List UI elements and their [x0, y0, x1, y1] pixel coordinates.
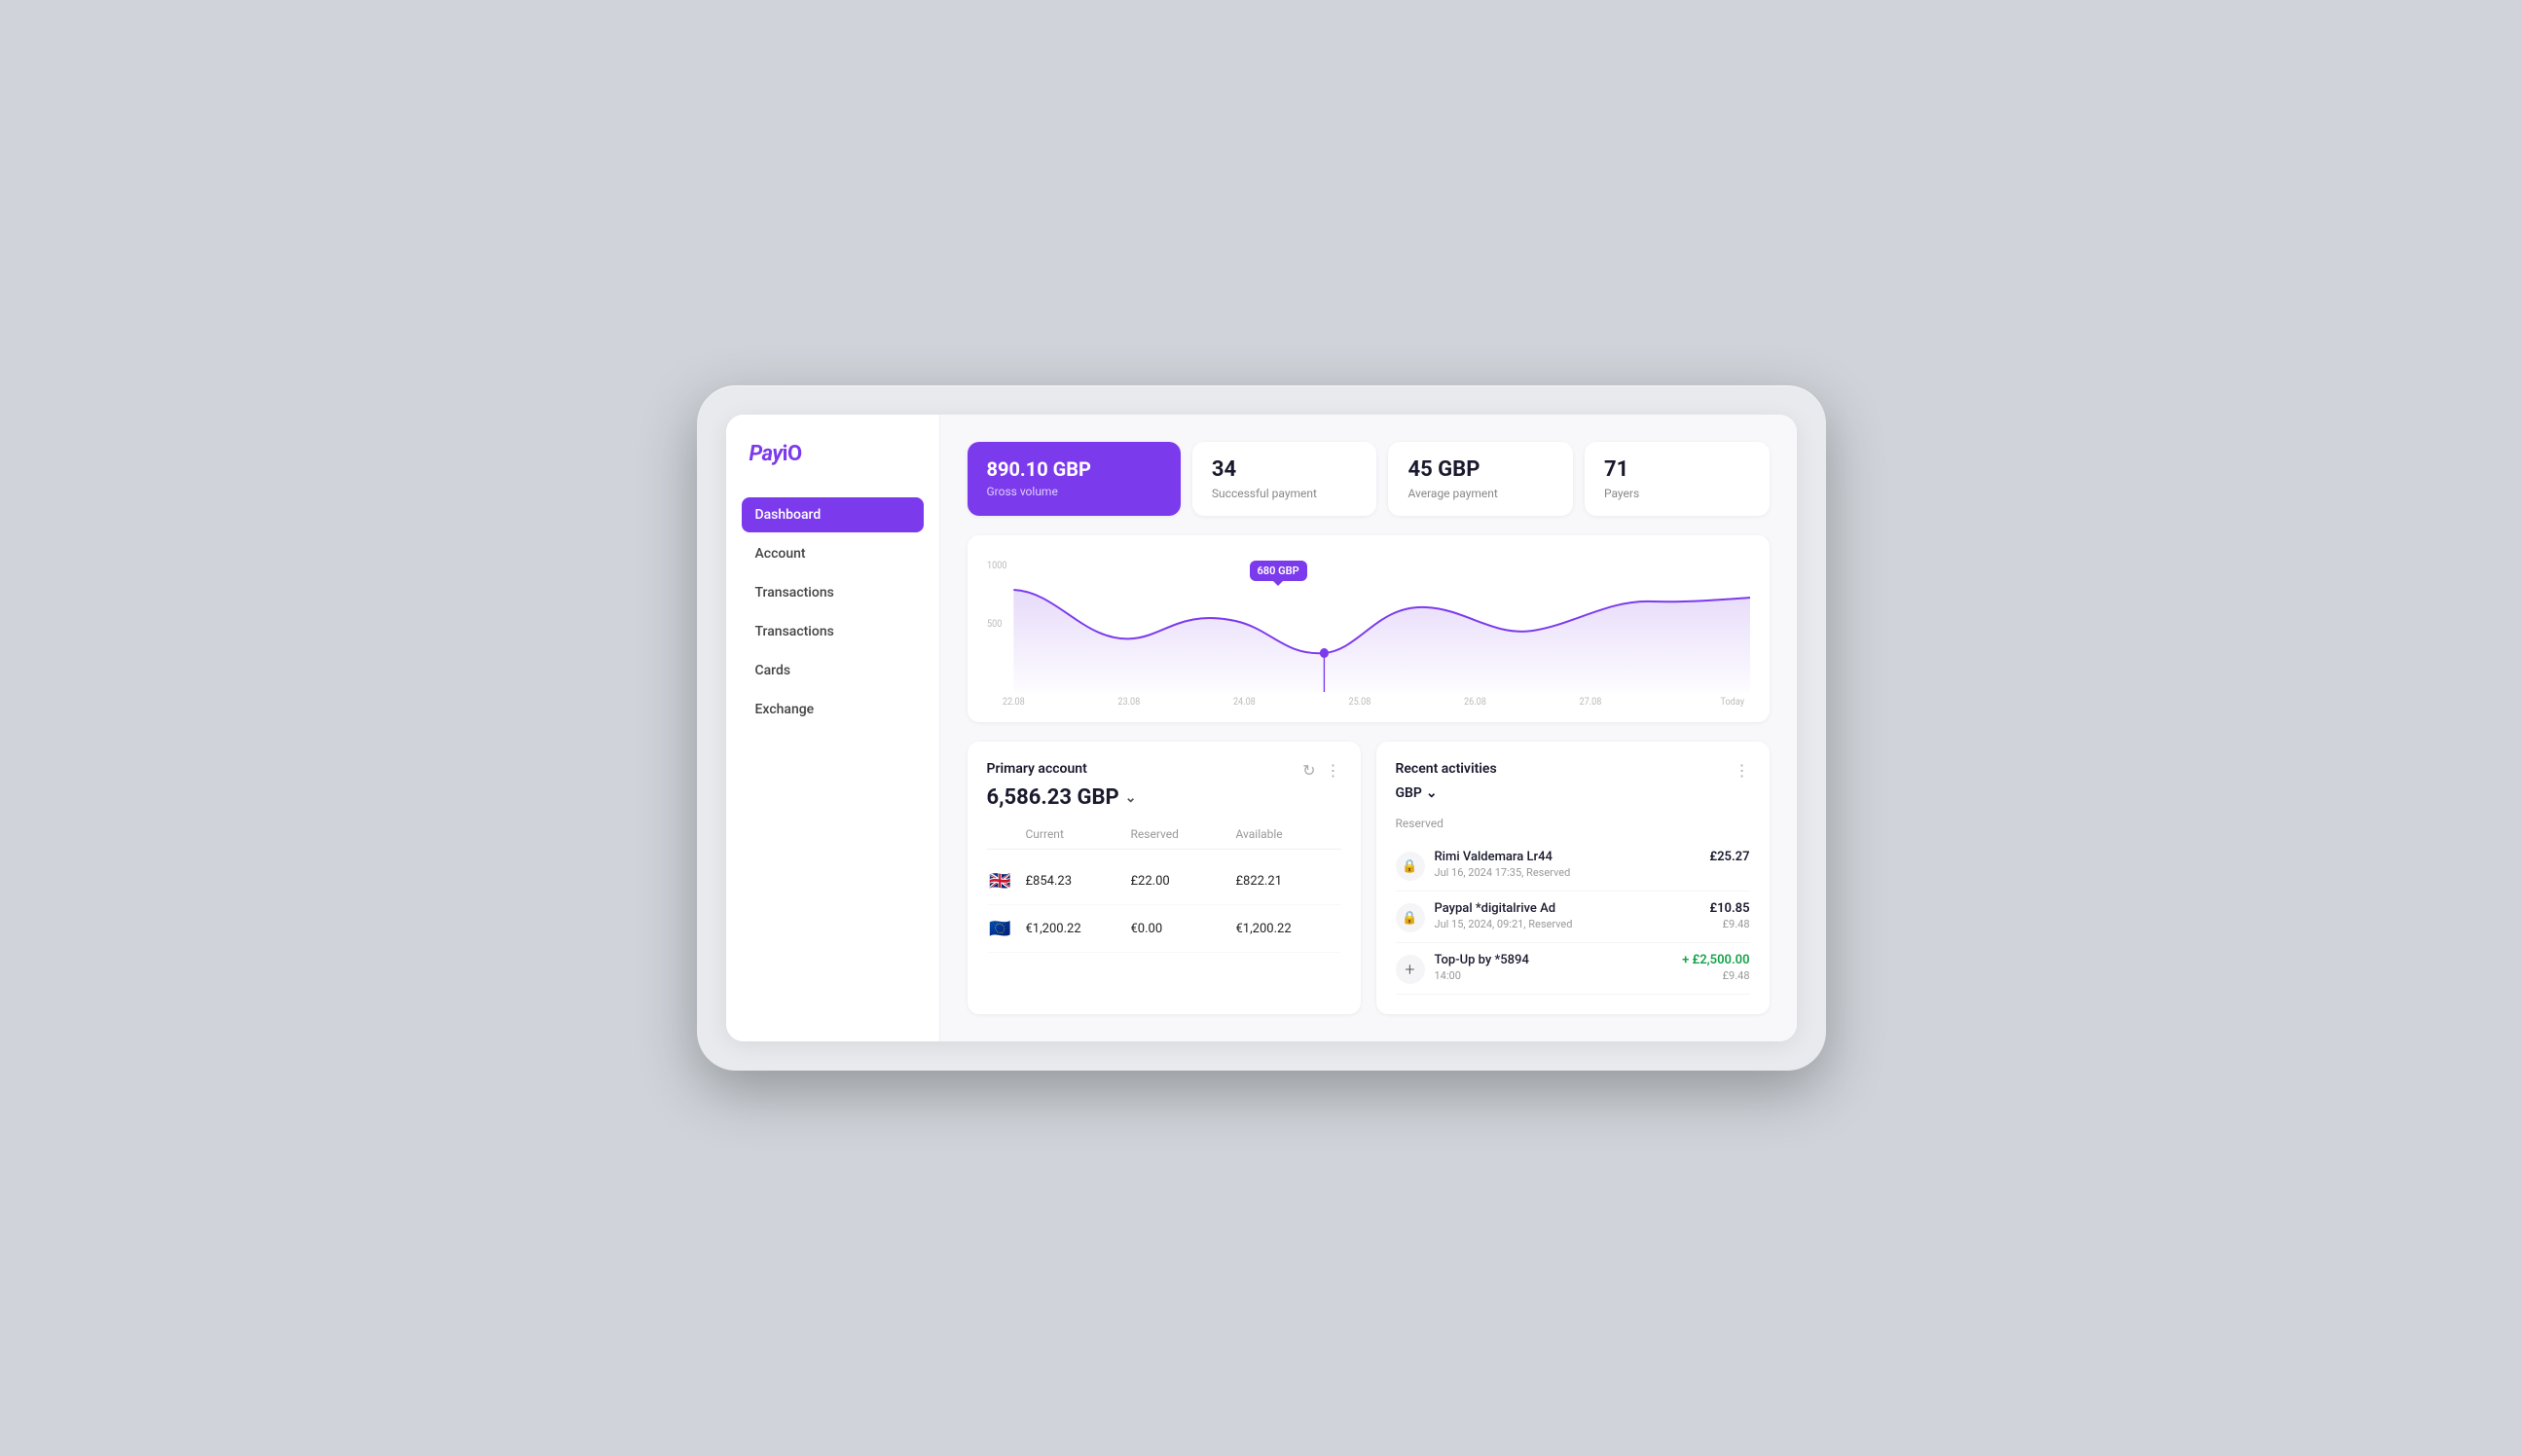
primary-account-panel: Primary account ↻ ⋮ 6,586.23 GBP ⌄ Curre… — [968, 742, 1361, 1014]
eur-current: €1,200.22 — [1026, 922, 1131, 936]
sidebar: PayiO Dashboard Account Transactions Tra… — [726, 415, 940, 1041]
stat-card-gross-volume: 890.10 GBP Gross volume — [968, 442, 1181, 516]
currency-caret: ⌄ — [1426, 785, 1438, 801]
panel-title-activities: Recent activities — [1396, 761, 1497, 777]
x-label-2708: 27.08 — [1579, 697, 1601, 707]
activity-name-0: Rimi Valdemara Lr44 — [1435, 850, 1700, 864]
activity-row-0: 🔒 Rimi Valdemara Lr44 Jul 16, 2024 17:35… — [1396, 840, 1750, 892]
more-icon-activities[interactable]: ⋮ — [1735, 761, 1750, 780]
eur-available: €1,200.22 — [1236, 922, 1341, 936]
gbp-reserved: £22.00 — [1131, 874, 1236, 889]
x-label-2208: 22.08 — [1002, 697, 1024, 707]
gross-volume-value: 890.10 GBP — [987, 457, 1161, 481]
activity-info-2: Top-Up by *5894 14:00 — [1435, 953, 1673, 982]
activity-amount-2: + £2,500.00 £9.48 — [1682, 953, 1749, 982]
activity-icon-plus-2: + — [1396, 955, 1425, 984]
chart-area: 680 GBP 1000 500 — [968, 535, 1770, 722]
refresh-icon[interactable]: ↻ — [1302, 761, 1315, 780]
recent-activities-panel: Recent activities ⋮ GBP ⌄ Reserved 🔒 Ri — [1376, 742, 1770, 1014]
sidebar-item-transactions1[interactable]: Transactions — [742, 575, 924, 610]
account-table-header: Current Reserved Available — [987, 827, 1341, 850]
panel-header-activities: Recent activities ⋮ — [1396, 761, 1750, 780]
activity-icon-lock-0: 🔒 — [1396, 852, 1425, 881]
activity-info-1: Paypal *digitalrive Ad Jul 15, 2024, 09:… — [1435, 901, 1700, 930]
gbp-current: £854.23 — [1026, 874, 1131, 889]
balance-caret[interactable]: ⌄ — [1125, 790, 1137, 806]
activity-row-2: + Top-Up by *5894 14:00 + £2,500.00 £9.4… — [1396, 943, 1750, 995]
activity-icon-lock-1: 🔒 — [1396, 903, 1425, 932]
balance-value: 6,586.23 GBP — [987, 785, 1119, 810]
activity-amount-sub-2: £9.48 — [1682, 969, 1749, 982]
x-label-2408: 24.08 — [1232, 697, 1255, 707]
eur-reserved: €0.00 — [1131, 922, 1236, 936]
panel-icons-activities: ⋮ — [1735, 761, 1750, 780]
bottom-row: Primary account ↻ ⋮ 6,586.23 GBP ⌄ Curre… — [968, 742, 1770, 1014]
logo-text: PayiO — [749, 442, 802, 466]
panel-title-account: Primary account — [987, 761, 1087, 777]
flag-eur: 🇪🇺 — [987, 915, 1014, 942]
y-label-500: 500 — [987, 619, 1002, 630]
stat-card-average: 45 GBP Average payment — [1388, 442, 1573, 516]
col-available: Available — [1236, 827, 1341, 841]
panel-icons-account: ↻ ⋮ — [1302, 761, 1340, 780]
activity-name-2: Top-Up by *5894 — [1435, 953, 1673, 967]
gross-volume-label: Gross volume — [987, 485, 1161, 498]
activity-date-0: Jul 16, 2024 17:35, Reserved — [1435, 866, 1700, 879]
chart-svg-wrap: 680 GBP 1000 500 — [987, 551, 1750, 710]
activity-row-1: 🔒 Paypal *digitalrive Ad Jul 15, 2024, 0… — [1396, 892, 1750, 943]
x-label-today: Today — [1720, 697, 1744, 707]
account-row-eur: 🇪🇺 €1,200.22 €0.00 €1,200.22 — [987, 905, 1341, 953]
payers-value: 71 — [1604, 457, 1750, 483]
main-content: 890.10 GBP Gross volume 34 Successful pa… — [940, 415, 1797, 1041]
successful-payment-label: Successful payment — [1212, 487, 1358, 500]
payers-label: Payers — [1604, 487, 1750, 500]
activity-amount-1: £10.85 £9.48 — [1709, 901, 1749, 930]
sidebar-item-account[interactable]: Account — [742, 536, 924, 571]
stats-row: 890.10 GBP Gross volume 34 Successful pa… — [968, 442, 1770, 516]
more-icon[interactable]: ⋮ — [1326, 761, 1341, 780]
currency-selector[interactable]: GBP ⌄ — [1396, 785, 1750, 801]
stat-card-payers: 71 Payers — [1585, 442, 1770, 516]
x-label-2508: 25.08 — [1348, 697, 1371, 707]
x-label-2608: 26.08 — [1463, 697, 1485, 707]
col-current: Current — [1026, 827, 1131, 841]
activity-amount-main-0: £25.27 — [1709, 850, 1749, 864]
activity-amount-0: £25.27 — [1709, 850, 1749, 864]
sidebar-item-cards[interactable]: Cards — [742, 653, 924, 688]
sidebar-item-exchange[interactable]: Exchange — [742, 692, 924, 727]
y-label-1000: 1000 — [987, 561, 1006, 571]
app-window: PayiO Dashboard Account Transactions Tra… — [726, 415, 1797, 1041]
successful-payment-value: 34 — [1212, 457, 1358, 483]
col-reserved: Reserved — [1131, 827, 1236, 841]
average-payment-value: 45 GBP — [1407, 457, 1553, 483]
sidebar-item-transactions2[interactable]: Transactions — [742, 614, 924, 649]
panel-header-account: Primary account ↻ ⋮ — [987, 761, 1341, 780]
sidebar-nav: Dashboard Account Transactions Transacti… — [742, 497, 924, 727]
flag-gbp: 🇬🇧 — [987, 867, 1014, 894]
activity-name-1: Paypal *digitalrive Ad — [1435, 901, 1700, 916]
activity-date-1: Jul 15, 2024, 09:21, Reserved — [1435, 918, 1700, 930]
average-payment-label: Average payment — [1407, 487, 1553, 500]
x-label-2308: 23.08 — [1117, 697, 1140, 707]
reserved-section-label: Reserved — [1396, 817, 1750, 830]
device-frame: PayiO Dashboard Account Transactions Tra… — [697, 385, 1826, 1071]
logo: PayiO — [742, 442, 924, 466]
balance-display: 6,586.23 GBP ⌄ — [987, 785, 1341, 810]
chart-area-fill — [1013, 590, 1750, 692]
sidebar-item-dashboard[interactable]: Dashboard — [742, 497, 924, 532]
stat-card-successful: 34 Successful payment — [1192, 442, 1377, 516]
currency-label: GBP — [1396, 785, 1422, 801]
activity-date-2: 14:00 — [1435, 969, 1673, 982]
activity-info-0: Rimi Valdemara Lr44 Jul 16, 2024 17:35, … — [1435, 850, 1700, 879]
chart-svg: 1000 500 — [987, 551, 1750, 707]
activity-amount-main-2: + £2,500.00 — [1682, 953, 1749, 967]
account-row-gbp: 🇬🇧 £854.23 £22.00 £822.21 — [987, 857, 1341, 905]
gbp-available: £822.21 — [1236, 874, 1341, 889]
activity-amount-main-1: £10.85 — [1709, 901, 1749, 916]
activity-amount-sub-1: £9.48 — [1709, 918, 1749, 930]
